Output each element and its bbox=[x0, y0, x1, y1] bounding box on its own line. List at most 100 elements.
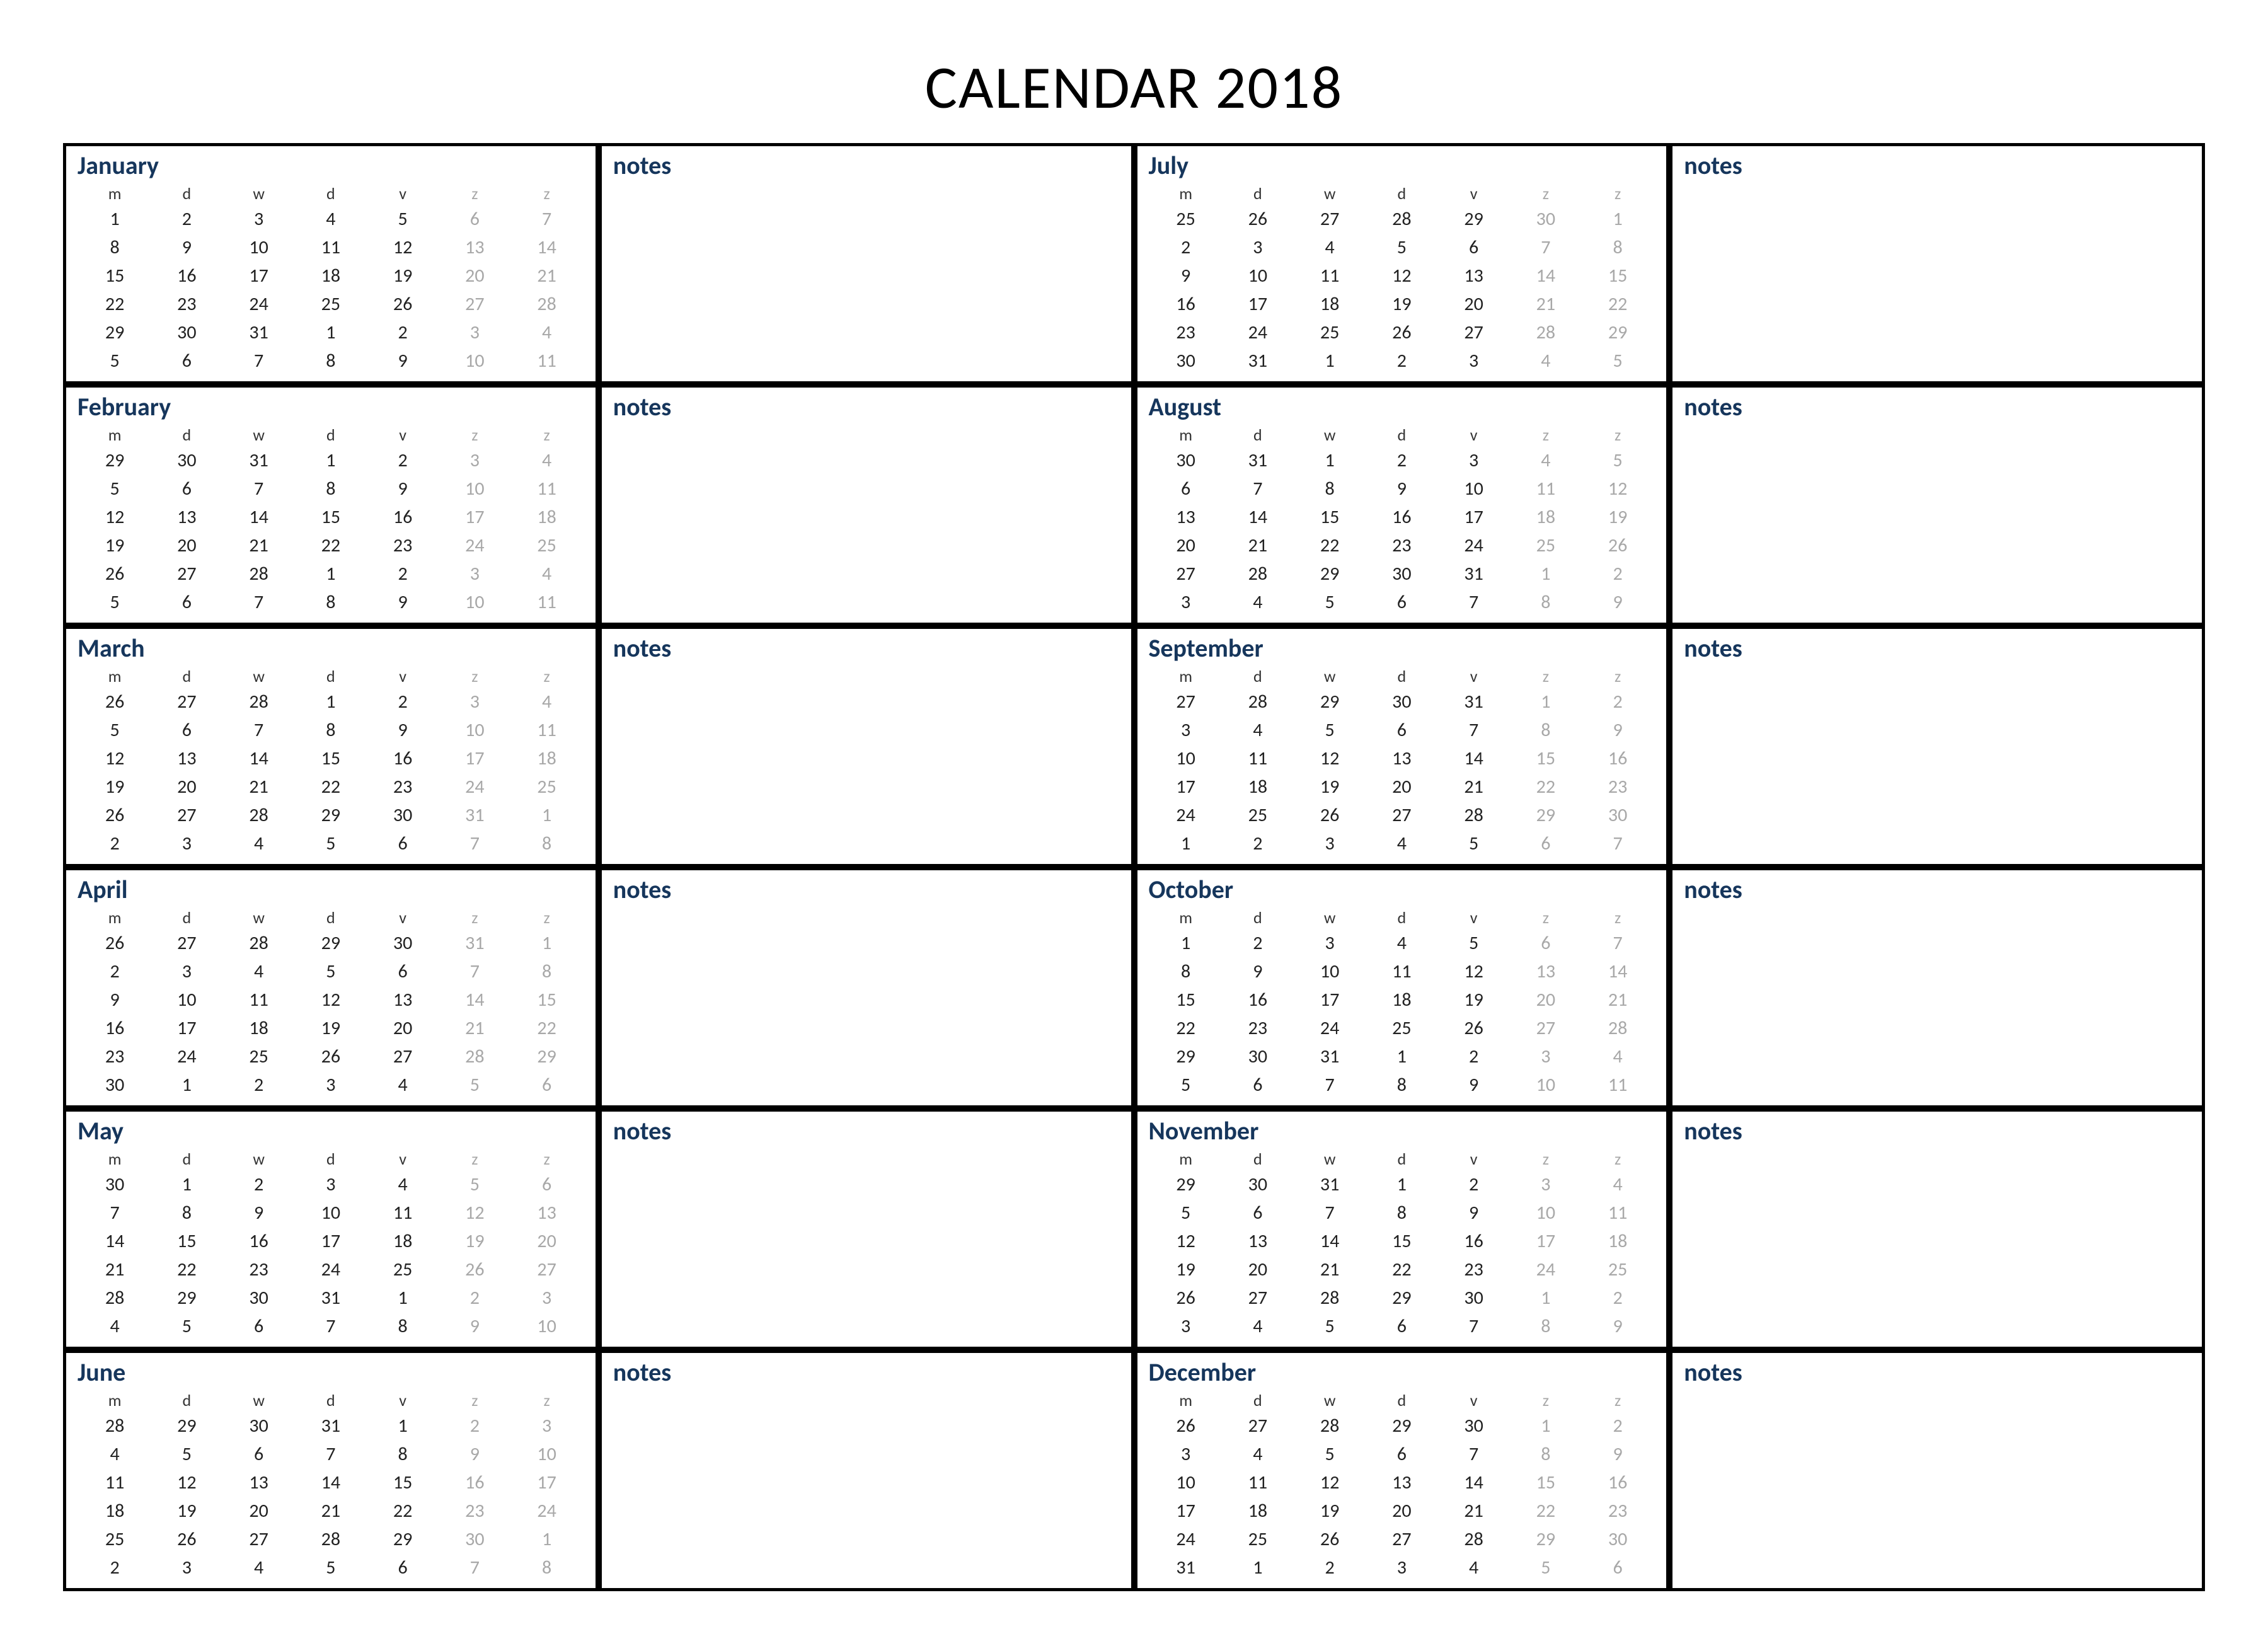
day-cell: 5 bbox=[1582, 446, 1654, 475]
day-cell: 14 bbox=[1510, 262, 1582, 290]
day-cell: 1 bbox=[511, 1525, 583, 1553]
month-cell-june: Junemdwdvzz28293031123456789101112131415… bbox=[63, 1350, 599, 1591]
day-cell: 16 bbox=[1150, 290, 1222, 318]
day-cell: 23 bbox=[1222, 1014, 1294, 1042]
day-cell: 21 bbox=[79, 1255, 151, 1284]
day-cell: 31 bbox=[1222, 446, 1294, 475]
day-cell: 15 bbox=[151, 1227, 222, 1255]
day-cell: 29 bbox=[1294, 688, 1366, 716]
day-header: d bbox=[151, 182, 222, 205]
day-cell: 1 bbox=[1150, 829, 1222, 858]
day-cell: 3 bbox=[151, 829, 222, 858]
day-cell: 10 bbox=[1222, 262, 1294, 290]
day-header: z bbox=[1582, 1148, 1654, 1170]
day-cell: 2 bbox=[1582, 1412, 1654, 1440]
day-cell: 13 bbox=[1366, 1468, 1437, 1497]
day-cell: 1 bbox=[367, 1284, 439, 1312]
day-header: z bbox=[1582, 182, 1654, 205]
day-cell: 2 bbox=[439, 1412, 510, 1440]
day-cell: 7 bbox=[1294, 1071, 1366, 1099]
day-cell: 23 bbox=[151, 290, 222, 318]
day-cell: 18 bbox=[367, 1227, 439, 1255]
day-grid: mdwdvzz262728293012345678910111213141516… bbox=[1146, 1389, 1658, 1582]
day-cell: 11 bbox=[511, 475, 583, 503]
day-cell: 25 bbox=[511, 531, 583, 560]
day-cell: 29 bbox=[1150, 1042, 1222, 1071]
month-name: March bbox=[75, 633, 587, 665]
day-header: m bbox=[79, 665, 151, 688]
day-header: m bbox=[1150, 906, 1222, 929]
day-cell: 4 bbox=[1510, 446, 1582, 475]
notes-label: notes bbox=[1681, 1357, 2193, 1389]
day-cell: 22 bbox=[1582, 290, 1654, 318]
day-header: z bbox=[511, 665, 583, 688]
notes-label: notes bbox=[1681, 150, 2193, 182]
day-cell: 20 bbox=[511, 1227, 583, 1255]
day-cell: 5 bbox=[1150, 1071, 1222, 1099]
day-header: m bbox=[79, 1148, 151, 1170]
day-cell: 13 bbox=[151, 503, 222, 531]
day-cell: 4 bbox=[367, 1170, 439, 1199]
day-cell: 30 bbox=[151, 446, 222, 475]
day-cell: 6 bbox=[151, 716, 222, 744]
day-cell: 16 bbox=[367, 744, 439, 773]
day-grid: mdwdvzz303112345678910111213141516171819… bbox=[1146, 423, 1658, 616]
day-cell: 6 bbox=[439, 205, 510, 233]
day-cell: 10 bbox=[1510, 1071, 1582, 1099]
day-cell: 8 bbox=[1510, 588, 1582, 616]
day-cell: 7 bbox=[223, 588, 295, 616]
day-cell: 7 bbox=[295, 1440, 367, 1468]
day-cell: 25 bbox=[1150, 205, 1222, 233]
day-cell: 29 bbox=[295, 929, 367, 957]
day-cell: 7 bbox=[511, 205, 583, 233]
day-cell: 2 bbox=[367, 318, 439, 347]
day-cell: 15 bbox=[295, 503, 367, 531]
day-header: d bbox=[1366, 906, 1437, 929]
day-header: d bbox=[1222, 423, 1294, 446]
notes-cell: notes bbox=[599, 143, 1134, 384]
day-cell: 9 bbox=[1150, 262, 1222, 290]
day-cell: 25 bbox=[79, 1525, 151, 1553]
day-cell: 31 bbox=[1294, 1042, 1366, 1071]
day-cell: 28 bbox=[511, 290, 583, 318]
day-cell: 9 bbox=[1438, 1199, 1510, 1227]
day-cell: 11 bbox=[1582, 1199, 1654, 1227]
day-cell: 5 bbox=[79, 475, 151, 503]
day-cell: 1 bbox=[295, 560, 367, 588]
day-cell: 11 bbox=[1366, 957, 1437, 986]
day-cell: 14 bbox=[1582, 957, 1654, 986]
day-cell: 6 bbox=[511, 1170, 583, 1199]
day-cell: 4 bbox=[1222, 1440, 1294, 1468]
notes-cell: notes bbox=[1669, 1350, 2205, 1591]
day-cell: 14 bbox=[1222, 503, 1294, 531]
day-header: d bbox=[151, 1389, 222, 1412]
day-cell: 11 bbox=[1222, 744, 1294, 773]
day-cell: 9 bbox=[151, 233, 222, 262]
day-cell: 2 bbox=[1438, 1042, 1510, 1071]
day-cell: 29 bbox=[511, 1042, 583, 1071]
day-cell: 19 bbox=[79, 773, 151, 801]
day-header: z bbox=[511, 182, 583, 205]
day-cell: 27 bbox=[151, 688, 222, 716]
day-cell: 8 bbox=[79, 233, 151, 262]
day-cell: 4 bbox=[1582, 1170, 1654, 1199]
day-cell: 9 bbox=[1582, 1312, 1654, 1340]
month-cell-may: Maymdwdvzz301234567891011121314151617181… bbox=[63, 1108, 599, 1350]
notes-cell: notes bbox=[599, 1108, 1134, 1350]
day-cell: 25 bbox=[1366, 1014, 1437, 1042]
day-cell: 9 bbox=[1366, 475, 1437, 503]
month-name: February bbox=[75, 391, 587, 423]
day-cell: 29 bbox=[1510, 801, 1582, 829]
day-cell: 10 bbox=[151, 986, 222, 1014]
day-cell: 5 bbox=[1150, 1199, 1222, 1227]
day-cell: 3 bbox=[1510, 1170, 1582, 1199]
day-header: w bbox=[1294, 423, 1366, 446]
day-cell: 17 bbox=[1150, 773, 1222, 801]
day-header: z bbox=[511, 906, 583, 929]
day-cell: 26 bbox=[295, 1042, 367, 1071]
day-cell: 20 bbox=[1510, 986, 1582, 1014]
day-cell: 20 bbox=[151, 773, 222, 801]
day-cell: 17 bbox=[151, 1014, 222, 1042]
day-cell: 4 bbox=[295, 205, 367, 233]
day-header: w bbox=[223, 1389, 295, 1412]
